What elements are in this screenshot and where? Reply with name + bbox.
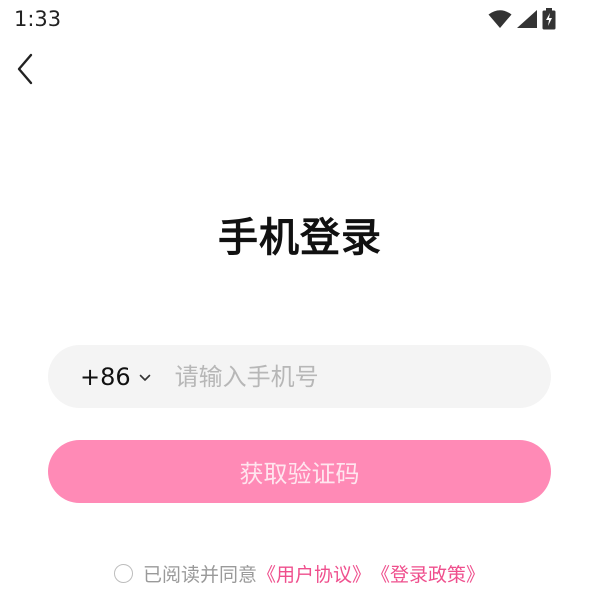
back-button[interactable] (8, 52, 42, 90)
country-code-selector[interactable]: +86 (80, 363, 151, 391)
agreement-text: 已阅读并同意 (143, 563, 258, 586)
agree-checkbox[interactable] (114, 563, 133, 583)
get-code-button-label: 获取验证码 (239, 460, 360, 488)
phone-input-row: +86 (48, 345, 551, 408)
signal-icon (516, 9, 538, 29)
login-policy-link[interactable]: 《登录政策》 (371, 560, 485, 587)
phone-number-input[interactable] (172, 355, 551, 398)
agreement-row: 已阅读并同意 《用户协议》 《登录政策》 (114, 560, 485, 586)
page-title: 手机登录 (218, 215, 382, 261)
battery-charging-icon (542, 8, 556, 30)
country-code-label: +86 (80, 362, 131, 391)
user-agreement-link[interactable]: 《用户协议》 (257, 560, 371, 587)
status-time: 1:33 (14, 7, 62, 31)
chevron-left-icon (15, 53, 35, 89)
chevron-down-icon (139, 367, 151, 386)
get-code-button[interactable]: 获取验证码 (48, 440, 551, 503)
wifi-icon (488, 9, 512, 29)
status-bar: 1:33 (0, 0, 600, 40)
status-icons (488, 8, 556, 30)
